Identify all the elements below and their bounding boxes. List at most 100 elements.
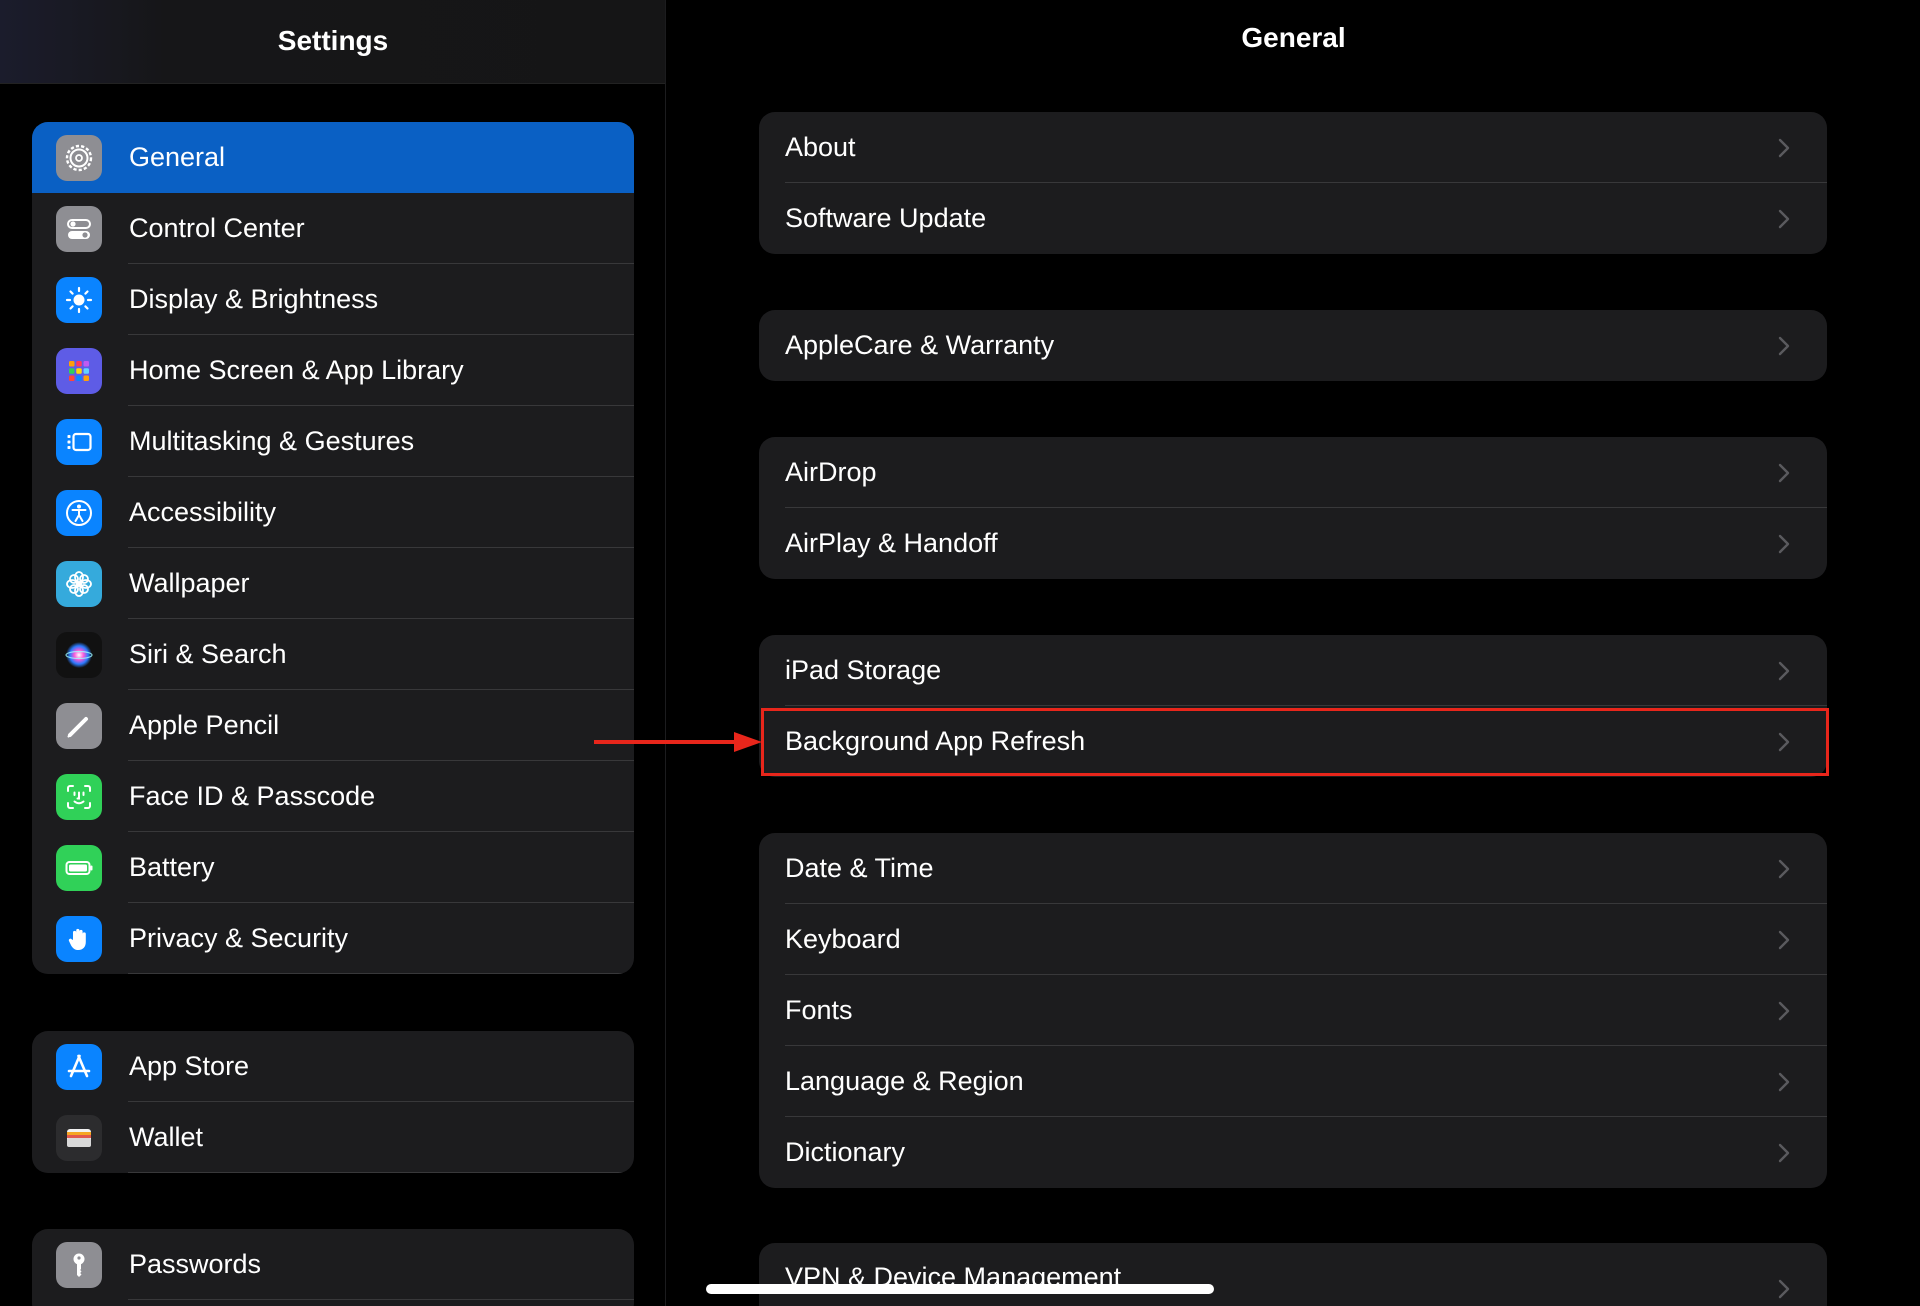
settings-group-applecare: AppleCare & Warranty [759,310,1827,381]
chevron-right-icon [1778,463,1790,482]
settings-group-vpn: VPN & Device Management [759,1243,1827,1306]
chevron-right-icon [1778,732,1790,751]
multitasking-icon [56,418,102,465]
row-label: AppleCare & Warranty [785,330,1055,360]
row-label: iPad Storage [785,655,942,685]
settings-group-regional: Date & Time Keyboard Fonts Language & Re… [759,833,1827,1188]
ipad-settings-screen: Settings General Control Center Display … [0,0,1920,1306]
annotation-arrow-icon [594,732,762,752]
chevron-right-icon [1778,336,1790,355]
sidebar-item-label: Siri & Search [129,639,287,669]
face-id-icon [56,773,102,820]
sidebar-item-label: Passwords [129,1249,262,1279]
chevron-right-icon [1778,1279,1790,1299]
sidebar-item-siri-search[interactable]: Siri & Search [32,619,634,690]
row-label: Dictionary [785,1137,906,1167]
sidebar-item-display-brightness[interactable]: Display & Brightness [32,264,634,335]
row-software-update[interactable]: Software Update [759,183,1827,254]
sidebar-item-passwords[interactable]: Passwords [32,1229,634,1300]
row-background-app-refresh[interactable]: Background App Refresh [759,706,1827,777]
sidebar-item-app-store[interactable]: App Store [32,1031,634,1102]
row-dictionary[interactable]: Dictionary [759,1117,1827,1188]
sidebar-item-multitasking[interactable]: Multitasking & Gestures [32,406,634,477]
row-label: AirPlay & Handoff [785,528,998,558]
settings-sidebar: Settings General Control Center Display … [0,0,666,1306]
row-fonts[interactable]: Fonts [759,975,1827,1046]
sidebar-item-wallpaper[interactable]: Wallpaper [32,548,634,619]
wallet-icon [56,1114,102,1161]
toggles-icon [56,205,102,252]
row-vpn-device-management[interactable]: VPN & Device Management [759,1243,1827,1306]
sidebar-item-control-center[interactable]: Control Center [32,193,634,264]
sidebar-item-battery[interactable]: Battery [32,832,634,903]
sidebar-item-label: Privacy & Security [129,923,349,953]
row-label: About [785,132,856,162]
row-about[interactable]: About [759,112,1827,183]
app-grid-icon [56,347,102,394]
settings-group-airdrop: AirDrop AirPlay & Handoff [759,437,1827,579]
page-title: General [1241,22,1346,53]
row-label: AirDrop [785,457,877,487]
sidebar-title: Settings [277,24,389,56]
sidebar-item-label: Battery [129,852,215,882]
sidebar-header: Settings [0,0,665,84]
sidebar-item-accessibility[interactable]: Accessibility [32,477,634,548]
sidebar-item-label: General [129,142,226,172]
row-ipad-storage[interactable]: iPad Storage [759,635,1827,706]
key-icon [56,1241,102,1288]
sidebar-item-privacy-security[interactable]: Privacy & Security [32,903,634,974]
chevron-right-icon [1778,534,1790,553]
settings-group-storage: iPad Storage Background App Refresh [759,635,1827,777]
sidebar-item-label: Accessibility [129,497,277,527]
sidebar-group-main: General Control Center Display & Brightn… [32,122,634,974]
sidebar-item-wallet[interactable]: Wallet [32,1102,634,1173]
chevron-right-icon [1778,661,1790,680]
app-store-icon [56,1043,102,1090]
sidebar-item-label: Wallet [129,1122,204,1152]
accessibility-icon [56,489,102,536]
row-label: Fonts [785,995,853,1025]
sidebar-group-accounts: Passwords [32,1229,634,1306]
chevron-right-icon [1778,1001,1790,1020]
sidebar-item-label: Control Center [129,213,305,243]
row-label: Software Update [785,203,987,233]
sidebar-item-label: App Store [129,1051,250,1081]
row-label: Keyboard [785,924,901,954]
sidebar-item-label: Multitasking & Gestures [129,426,415,456]
sidebar-item-label: Display & Brightness [129,284,379,314]
chevron-right-icon [1778,209,1790,228]
sidebar-item-label: Wallpaper [129,568,250,598]
hand-icon [56,915,102,962]
row-applecare-warranty[interactable]: AppleCare & Warranty [759,310,1827,381]
chevron-right-icon [1778,930,1790,949]
row-label: Background App Refresh [785,726,1086,756]
gear-icon [56,134,102,181]
row-language-region[interactable]: Language & Region [759,1046,1827,1117]
sidebar-item-apple-pencil[interactable]: Apple Pencil [32,690,634,761]
battery-icon [56,844,102,891]
flower-icon [56,560,102,607]
chevron-right-icon [1778,1143,1790,1162]
row-label: Date & Time [785,853,934,883]
row-airdrop[interactable]: AirDrop [759,437,1827,508]
chevron-right-icon [1778,1072,1790,1091]
chevron-right-icon [1778,138,1790,157]
sidebar-group-store: App Store Wallet [32,1031,634,1173]
row-date-time[interactable]: Date & Time [759,833,1827,904]
row-label: Language & Region [785,1066,1024,1096]
sidebar-item-face-id[interactable]: Face ID & Passcode [32,761,634,832]
sidebar-item-label: Home Screen & App Library [129,355,464,385]
chevron-right-icon [1778,859,1790,878]
sidebar-item-general[interactable]: General [32,122,634,193]
settings-group-about: About Software Update [759,112,1827,254]
pencil-icon [56,702,102,749]
row-airplay-handoff[interactable]: AirPlay & Handoff [759,508,1827,579]
sidebar-item-home-screen[interactable]: Home Screen & App Library [32,335,634,406]
row-keyboard[interactable]: Keyboard [759,904,1827,975]
sidebar-item-label: Apple Pencil [129,710,280,740]
sidebar-item-label: Face ID & Passcode [129,781,376,811]
home-indicator[interactable] [706,1284,1214,1294]
sun-icon [56,276,102,323]
siri-icon [56,631,102,678]
general-detail-pane: General About Software Update AppleCare … [667,0,1920,1306]
